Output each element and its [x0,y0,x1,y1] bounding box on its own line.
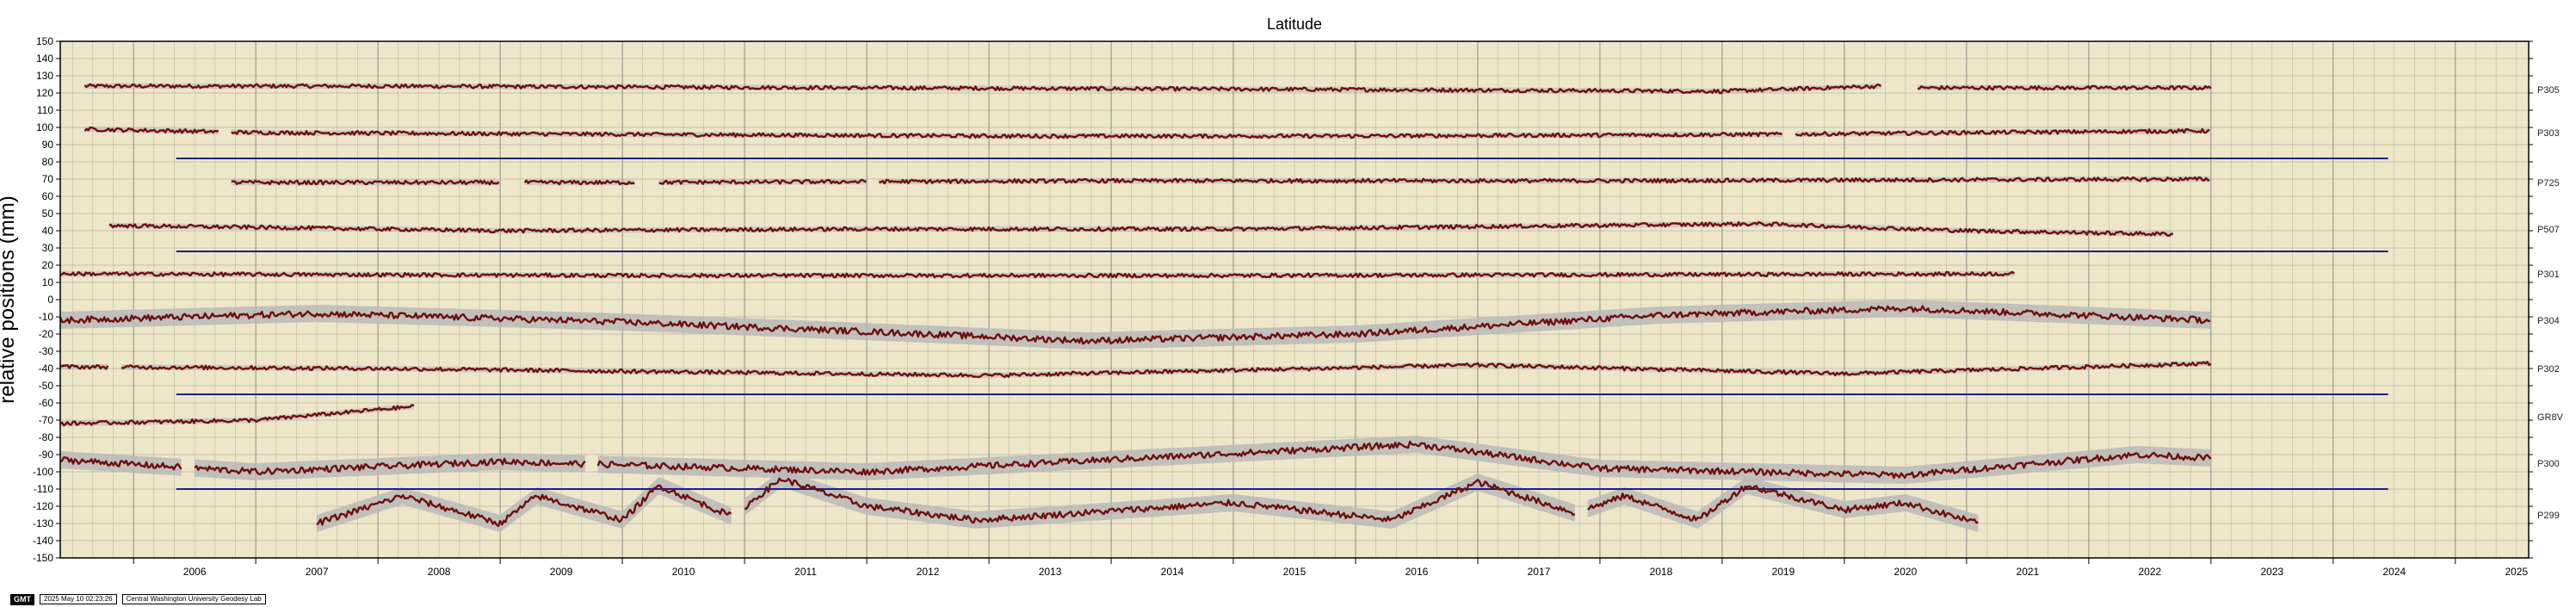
y-tick-label: -130 [33,517,53,530]
y-tick-label: 70 [42,173,54,185]
y-tick-label: 120 [36,87,53,99]
x-tick-label: 2011 [794,566,817,578]
y-tick-label: -30 [39,345,54,357]
x-tick-label: 2015 [1283,566,1307,578]
y-tick-label: 50 [42,207,54,220]
y-tick-label: 10 [42,276,54,288]
y-tick-label: 140 [36,53,53,65]
x-tick-label: 2008 [428,566,451,578]
x-tick-label: 2018 [1650,566,1673,578]
y-tick-label: -70 [39,414,54,426]
y-tick-label: -20 [39,328,54,340]
x-tick-label: 2013 [1039,566,1062,578]
y-tick-label: -10 [39,311,54,323]
footer-lab-name: Central Washington University Geodesy La… [121,594,266,604]
x-tick-label: 2019 [1772,566,1795,578]
station-label: P304 [2537,316,2560,326]
y-tick-label: -60 [39,397,54,409]
x-tick-label: 2010 [672,566,695,578]
station-label: P303 [2537,128,2560,139]
y-tick-label: -100 [33,466,53,478]
x-tick-label: 2006 [183,566,207,578]
y-tick-label: -40 [39,362,54,375]
station-label: P725 [2537,178,2560,189]
station-label: P302 [2537,364,2560,375]
y-axis-label: relative positions (mm) [0,195,19,403]
y-tick-label: 130 [36,70,53,82]
station-label: P300 [2537,459,2560,469]
x-tick-label: 2014 [1161,566,1184,578]
y-tick-label: -110 [34,483,53,495]
station-label: P299 [2537,511,2560,521]
x-tick-label: 2012 [917,566,940,578]
x-tick-label: 2025 [2505,566,2528,578]
station-label: P301 [2537,269,2560,280]
x-tick-label: 2023 [2260,566,2283,578]
chart-stage: 150 140 130 120 110 100 90 80 70 60 50 40 30 20 10 0 -10… [0,0,2576,607]
y-tick-label: 20 [42,259,54,271]
x-tick-label: 2021 [2017,566,2040,578]
y-tick-label: 60 [42,190,54,202]
latitude-timeseries-chart: 1501401301201101009080706050403020100-10… [0,15,2564,578]
y-tick-label: -90 [39,449,54,461]
y-tick-label: -80 [39,431,54,443]
y-tick-label: -50 [39,380,54,392]
x-tick-label: 2016 [1405,566,1429,578]
x-tick-label: 2009 [550,566,573,578]
y-tick-label: 80 [42,156,54,168]
station-label: GR8V [2537,412,2564,423]
footer-timestamp: 2025 May 10 02:23:26 [40,594,117,604]
y-tick-label: 30 [42,242,54,254]
y-tick-label: 90 [42,139,54,151]
station-label: P507 [2537,225,2560,235]
y-tick-label: 100 [36,121,53,133]
x-tick-label: 2007 [306,566,329,578]
x-tick-label: 2022 [2139,566,2162,578]
x-tick-label: 2024 [2382,566,2406,578]
y-tick-label: -120 [33,500,53,512]
y-tick-label: 0 [47,294,53,306]
y-tick-label: 150 [36,35,53,47]
x-axis-ticks: 2006 2007 2008 2009 2010 2011 2012 2013 2014 2015… [133,558,2528,578]
y-tick-label: 40 [42,225,54,237]
x-tick-label: 2017 [1528,566,1551,578]
x-tick-label: 2020 [1894,566,1918,578]
y-tick-label: 110 [37,104,53,116]
y-tick-label: -140 [33,535,53,547]
chart-title: Latitude [1267,15,1322,33]
gmt-logo: GMT [10,593,34,605]
station-label: P305 [2537,85,2560,96]
y-tick-label: -150 [33,552,53,564]
station-labels: P305 P303 P725 P507 P301 P304 P302 GR8V P300 P299 [2537,85,2564,521]
footer-stamp: GMT 2025 May 10 02:23:26 Central Washing… [10,593,266,605]
